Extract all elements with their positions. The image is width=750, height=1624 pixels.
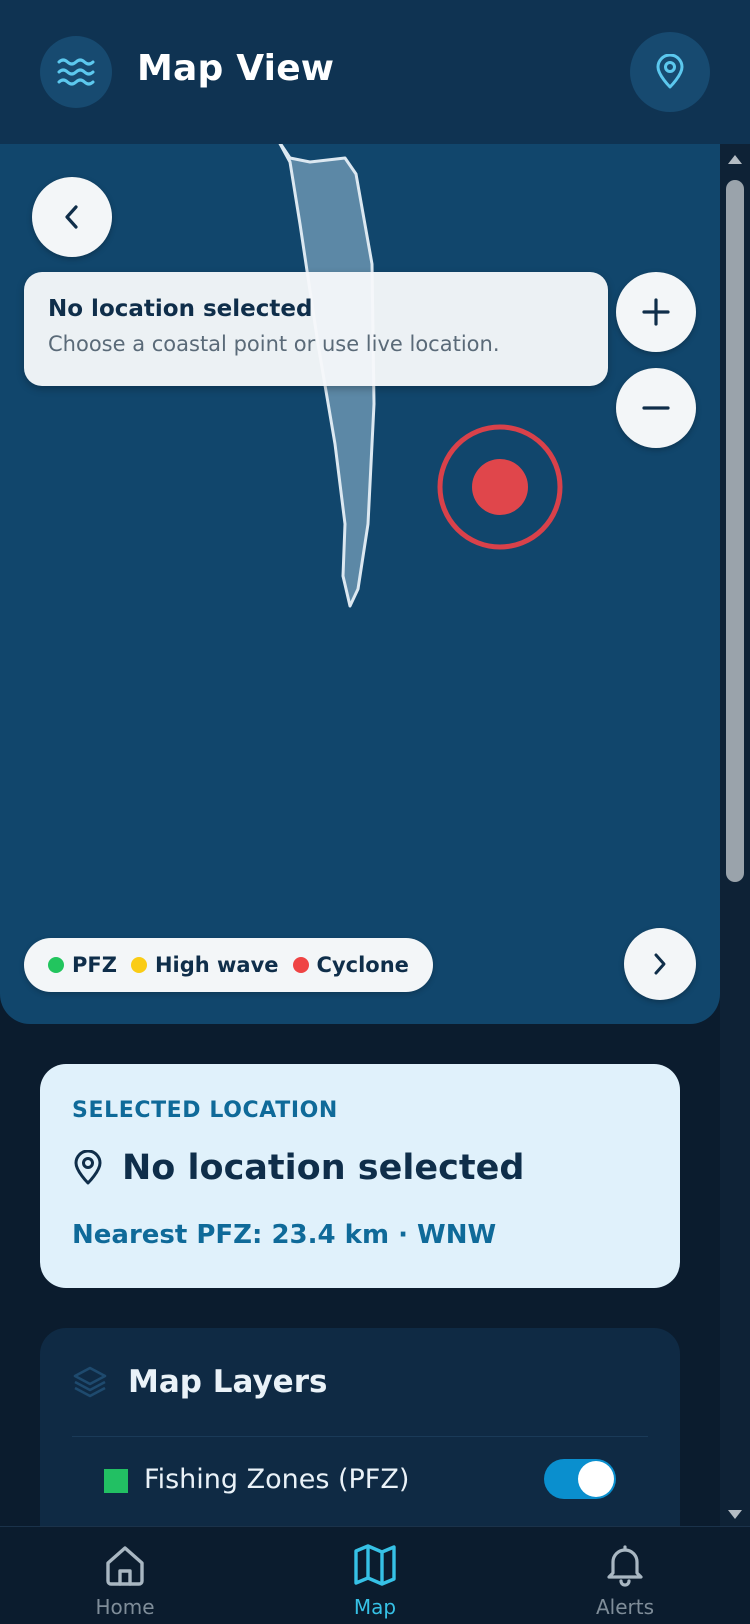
toggle-knob	[578, 1461, 614, 1497]
home-icon	[106, 1546, 144, 1586]
zoom-in-button[interactable]	[616, 272, 696, 352]
layer-color-swatch	[104, 1469, 128, 1493]
scroll-down-arrow-icon[interactable]	[726, 1508, 744, 1522]
map-canvas[interactable]: No location selected Choose a coastal po…	[0, 144, 720, 1024]
map-pin-icon[interactable]	[630, 32, 710, 112]
info-card-subtitle: Choose a coastal point or use live locat…	[48, 332, 500, 356]
legend-dot	[292, 957, 309, 973]
waves-icon[interactable]	[40, 36, 112, 108]
back-button[interactable]	[32, 177, 112, 257]
minus-icon	[642, 406, 670, 410]
selected-location-card: SELECTED LOCATION No location selected N…	[40, 1064, 680, 1288]
nav-item-alerts[interactable]: Alerts	[545, 1543, 705, 1624]
layer-toggle-fishing-zones[interactable]	[544, 1459, 616, 1499]
legend-item-pfz: PFZ	[48, 953, 117, 977]
legend-item-cyclone: Cyclone	[292, 953, 409, 977]
map-layers-title: Map Layers	[128, 1364, 328, 1400]
nav-item-home[interactable]: Home	[45, 1543, 205, 1624]
nav-label-home: Home	[95, 1595, 155, 1619]
nav-item-map[interactable]: Map	[295, 1543, 455, 1624]
bottom-navigation: Home Map Alerts	[0, 1526, 750, 1624]
selected-location-row: No location selected	[72, 1148, 524, 1188]
app-header: Map View	[0, 0, 750, 144]
chevron-right-icon	[654, 953, 666, 975]
bell-icon	[607, 1545, 643, 1587]
layer-row-fishing-zones[interactable]: Fishing Zones (PFZ)	[72, 1436, 648, 1520]
legend-dot	[48, 957, 64, 973]
page-scrollbar[interactable]	[720, 144, 750, 1526]
selected-location-name: No location selected	[122, 1148, 525, 1188]
plus-icon	[642, 298, 670, 326]
scroll-up-arrow-icon[interactable]	[726, 152, 744, 166]
zoom-out-button[interactable]	[616, 368, 696, 448]
layer-name: Fishing Zones (PFZ)	[144, 1464, 410, 1495]
chevron-left-icon	[65, 205, 78, 229]
location-info-card: No location selected Choose a coastal po…	[24, 272, 608, 386]
page-title: Map View	[137, 48, 335, 89]
map-legend: PFZ High wave Cyclone	[24, 938, 433, 992]
layers-icon	[73, 1366, 107, 1398]
map-icon	[354, 1544, 396, 1586]
legend-label: Cyclone	[316, 953, 409, 977]
next-button[interactable]	[624, 928, 696, 1000]
nav-label-map: Map	[353, 1595, 397, 1619]
nav-label-alerts: Alerts	[595, 1595, 655, 1619]
legend-item-high-wave: High wave	[130, 953, 279, 977]
legend-dot	[130, 957, 147, 973]
legend-label: High wave	[154, 953, 279, 977]
nearest-pfz-text: Nearest PFZ: 23.4 km · WNW	[72, 1220, 497, 1250]
map-pin-icon	[74, 1150, 102, 1185]
map-layers-header: Map Layers	[72, 1364, 327, 1400]
scrollbar-thumb[interactable]	[726, 180, 744, 882]
selected-location-label: SELECTED LOCATION	[72, 1098, 338, 1123]
legend-label: PFZ	[72, 953, 117, 977]
info-card-title: No location selected	[48, 296, 313, 322]
